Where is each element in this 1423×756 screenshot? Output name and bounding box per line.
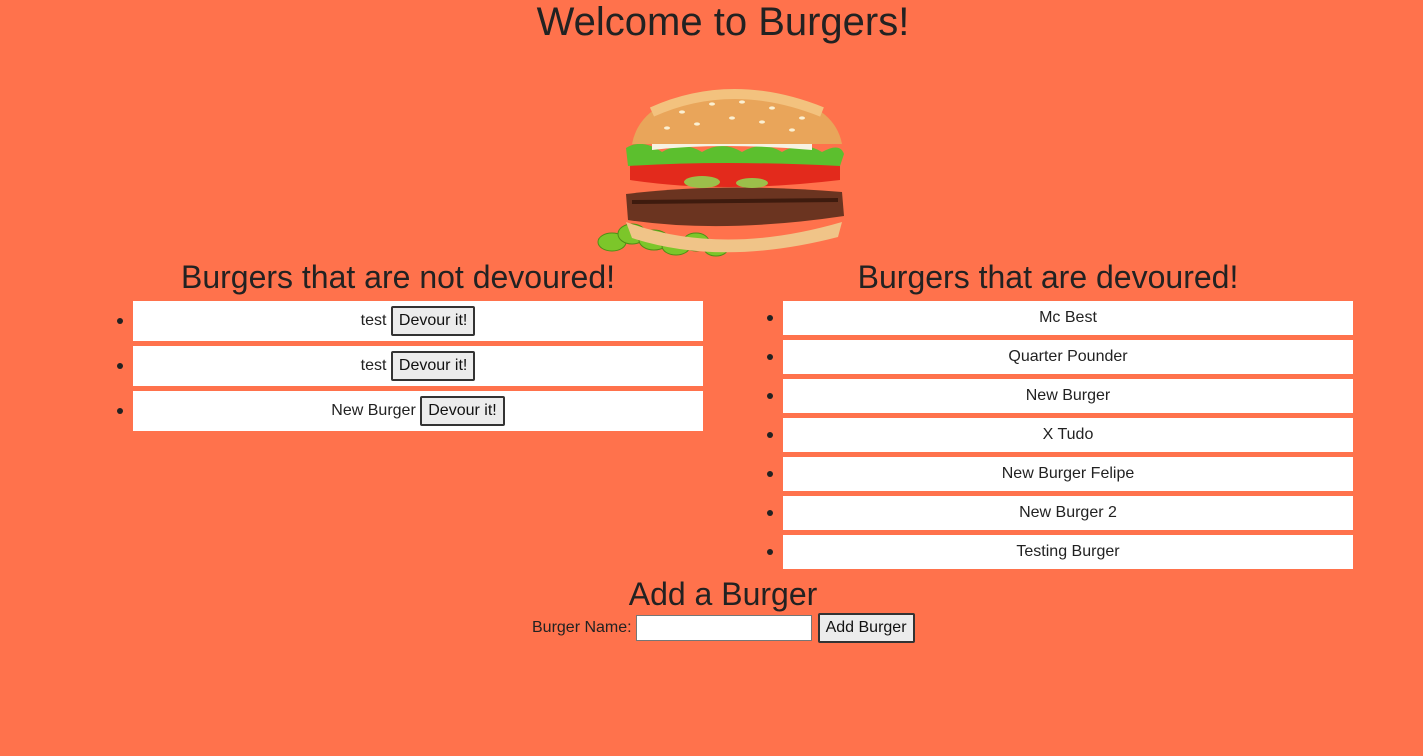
page-title: Welcome to Burgers! — [536, 0, 910, 44]
devour-button[interactable]: Devour it! — [420, 396, 505, 426]
devoured-heading: Burgers that are devoured! — [857, 259, 1239, 295]
not-devoured-heading: Burgers that are not devoured! — [180, 259, 616, 295]
devour-button[interactable]: Devour it! — [390, 351, 476, 381]
burger-name-input[interactable] — [635, 615, 812, 641]
burger-name: test — [360, 357, 387, 374]
burger-name-label: Burger Name: — [532, 619, 632, 636]
list-item: Mc Best — [767, 301, 1353, 335]
list-item: X Tudo — [767, 418, 1353, 452]
list-item: New Burger — [767, 379, 1353, 413]
devour-button[interactable]: Devour it! — [390, 306, 476, 336]
page: Welcome to Burgers! Burgers that are not… — [0, 0, 1423, 756]
list-item: New Burger Devour it! — [117, 391, 703, 431]
add-burger-heading: Add a Burger — [628, 576, 818, 612]
list-item: New Burger Felipe — [767, 457, 1353, 491]
list-item: Quarter Pounder — [767, 340, 1353, 374]
list-item: test Devour it! — [117, 346, 703, 386]
list-item: Testing Burger — [767, 535, 1353, 569]
not-devoured-list: test Devour it! test Devour it! New Burg… — [113, 301, 703, 436]
add-burger-button[interactable]: Add Burger — [817, 613, 915, 643]
add-burger-form: Burger Name: Add Burger — [532, 613, 915, 643]
list-item: test Devour it! — [117, 301, 703, 341]
devoured-list: Mc Best Quarter Pounder New Burger X Tud… — [763, 301, 1353, 574]
burger-image — [597, 89, 844, 257]
burger-name: New Burger — [331, 402, 416, 419]
burger-name: test — [360, 312, 387, 329]
list-item: New Burger 2 — [767, 496, 1353, 530]
